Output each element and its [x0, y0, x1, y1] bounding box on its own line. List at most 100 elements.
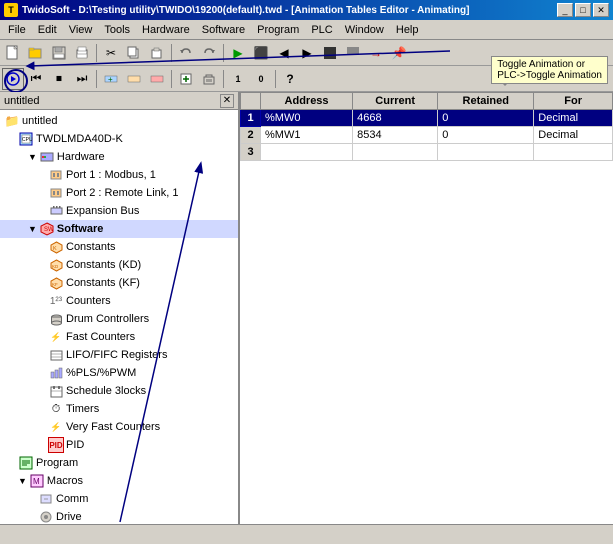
- btn-pin[interactable]: 📌: [388, 42, 410, 64]
- col-current: Current: [353, 93, 438, 110]
- tree-item-drive[interactable]: Drive: [0, 508, 238, 524]
- schedule-icon: [48, 383, 64, 399]
- tree-item-comm[interactable]: Comm: [0, 490, 238, 508]
- table-row[interactable]: 2 %MW1 8534 0 Decimal: [241, 127, 613, 144]
- save-button[interactable]: [48, 42, 70, 64]
- anim-prev-button[interactable]: ⏮: [25, 68, 47, 90]
- macros-icon: M: [29, 473, 45, 489]
- anim-sep-2: [171, 70, 172, 88]
- timers-icon: ⏱: [48, 401, 64, 417]
- toggle-animation-button[interactable]: [2, 68, 24, 90]
- next-button[interactable]: ▶: [296, 42, 318, 64]
- tree-header: untitled ✕: [0, 92, 238, 110]
- open-button[interactable]: [25, 42, 47, 64]
- minimize-button[interactable]: _: [557, 3, 573, 17]
- anim-sep-4: [275, 70, 276, 88]
- tree-item-vfast[interactable]: ⚡ Very Fast Counters: [0, 418, 238, 436]
- svg-text:K: K: [53, 246, 57, 252]
- redo-button[interactable]: [198, 42, 220, 64]
- fast-icon: ⚡: [48, 329, 64, 345]
- toolbar-sep-1: [96, 44, 97, 62]
- expand-icon-software[interactable]: ▼: [28, 224, 37, 234]
- menu-edit[interactable]: Edit: [32, 22, 63, 38]
- drum-icon: [48, 311, 64, 327]
- col-retained: Retained: [438, 93, 534, 110]
- port-icon: [48, 167, 64, 183]
- anim-insert[interactable]: [175, 68, 197, 90]
- anim-btn3[interactable]: [146, 68, 168, 90]
- copy-button[interactable]: [123, 42, 145, 64]
- anim-delete[interactable]: [198, 68, 220, 90]
- tree-item-software[interactable]: ▼ SW Software: [0, 220, 238, 238]
- cell-address-1[interactable]: %MW0: [261, 110, 353, 127]
- menu-help[interactable]: Help: [390, 22, 425, 38]
- menu-view[interactable]: View: [63, 22, 99, 38]
- tree-item-port2[interactable]: Port 2 : Remote Link, 1: [0, 184, 238, 202]
- tree-item-timers[interactable]: ⏱ Timers: [0, 400, 238, 418]
- btn-dark[interactable]: [319, 42, 341, 64]
- menu-hardware[interactable]: Hardware: [136, 22, 196, 38]
- btn-arrow[interactable]: →: [365, 42, 387, 64]
- menu-file[interactable]: File: [2, 22, 32, 38]
- table-row[interactable]: 1 %MW0 4668 0 Decimal: [241, 110, 613, 127]
- cell-retained-1: 0: [438, 110, 534, 127]
- tree-item-untitled[interactable]: 📁 untitled: [0, 112, 238, 130]
- anim-add-row[interactable]: +: [100, 68, 122, 90]
- tree-item-lifo[interactable]: LIFO/FIFC Registers: [0, 346, 238, 364]
- tree-item-constants-kf[interactable]: KF Constants (KF): [0, 274, 238, 292]
- print-button[interactable]: [71, 42, 93, 64]
- menu-tools[interactable]: Tools: [98, 22, 136, 38]
- anim-next-button[interactable]: ⏭: [71, 68, 93, 90]
- tree-close-button[interactable]: ✕: [220, 94, 234, 108]
- expand-icon-macros[interactable]: ▼: [18, 476, 27, 486]
- tree-item-macros[interactable]: ▼ M Macros: [0, 472, 238, 490]
- new-button[interactable]: [2, 42, 24, 64]
- anim-help[interactable]: ?: [279, 68, 301, 90]
- tree-item-counters[interactable]: 1²³ Counters: [0, 292, 238, 310]
- stop-button[interactable]: ⬛: [250, 42, 272, 64]
- tree-item-hardware[interactable]: ▼ Hardware: [0, 148, 238, 166]
- anim-tbl1[interactable]: 1: [227, 68, 249, 90]
- tree-item-constants[interactable]: K Constants: [0, 238, 238, 256]
- maximize-button[interactable]: □: [575, 3, 591, 17]
- close-button[interactable]: ✕: [593, 3, 609, 17]
- folder-open-icon: 📁: [4, 113, 20, 129]
- tree-item-pls[interactable]: %PLS/%PWM: [0, 364, 238, 382]
- svg-text:KF: KF: [52, 282, 58, 287]
- toolbar-1: ✂ ▶ ⬛ ◀ ▶ → 📌: [0, 40, 613, 66]
- anim-btn2[interactable]: [123, 68, 145, 90]
- cell-address-3[interactable]: [261, 144, 353, 161]
- tree-item-program[interactable]: Program: [0, 454, 238, 472]
- tree-item-constants-kd[interactable]: KD Constants (KD): [0, 256, 238, 274]
- menu-software[interactable]: Software: [196, 22, 251, 38]
- btn-zoom[interactable]: [342, 42, 364, 64]
- constants-icon: K: [48, 239, 64, 255]
- menu-plc[interactable]: PLC: [305, 22, 338, 38]
- window-title: TwidoSoft - D:\Testing utility\TWIDO\192…: [22, 5, 469, 16]
- tree-panel-title: untitled: [4, 95, 39, 107]
- title-bar: T TwidoSoft - D:\Testing utility\TWIDO\1…: [0, 0, 613, 20]
- tree-item-expbus[interactable]: Expansion Bus: [0, 202, 238, 220]
- menu-program[interactable]: Program: [251, 22, 305, 38]
- menu-window[interactable]: Window: [339, 22, 390, 38]
- run-button[interactable]: ▶: [227, 42, 249, 64]
- table-row[interactable]: 3: [241, 144, 613, 161]
- tree-item-pid[interactable]: PID PID: [0, 436, 238, 454]
- cell-current-1: 4668: [353, 110, 438, 127]
- tree-item-drum[interactable]: Drum Controllers: [0, 310, 238, 328]
- expand-icon-hardware[interactable]: ▼: [28, 152, 37, 162]
- cell-address-2[interactable]: %MW1: [261, 127, 353, 144]
- svg-text:+: +: [108, 75, 113, 84]
- paste-button[interactable]: [146, 42, 168, 64]
- tree-item-twdo[interactable]: CPU TWDLMDA40D-K: [0, 130, 238, 148]
- tree-item-fast[interactable]: ⚡ Fast Counters: [0, 328, 238, 346]
- tree-item-port1[interactable]: Port 1 : Modbus, 1: [0, 166, 238, 184]
- anim-tbl0[interactable]: 0: [250, 68, 272, 90]
- cut-button[interactable]: ✂: [100, 42, 122, 64]
- tree-item-schedule[interactable]: Schedule 3locks: [0, 382, 238, 400]
- anim-stop-button[interactable]: ⏹: [48, 68, 70, 90]
- prev-button[interactable]: ◀: [273, 42, 295, 64]
- undo-button[interactable]: [175, 42, 197, 64]
- vfast-icon: ⚡: [48, 419, 64, 435]
- svg-text:CPU: CPU: [22, 137, 33, 143]
